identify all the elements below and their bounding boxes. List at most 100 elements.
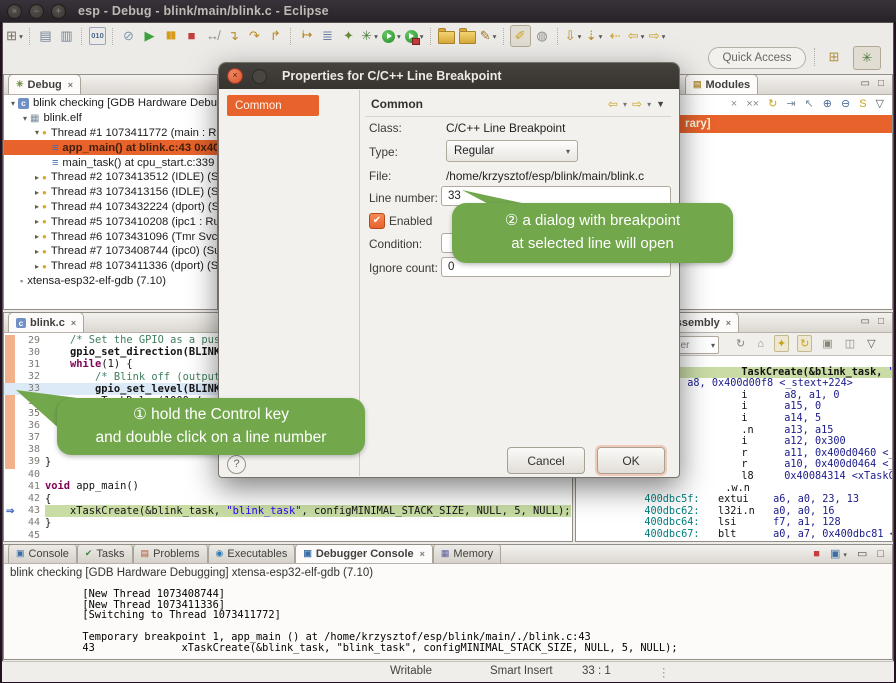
toolbar-icon[interactable] [290,28,292,45]
type-select[interactable]: Regular ▾ [446,140,578,162]
disasm-menu-icon[interactable]: ▽ [865,336,877,351]
instruction-stepping-icon[interactable]: i⇢ [297,26,316,46]
maximize-panel-icon[interactable]: □ [877,548,884,560]
forward-caret-icon[interactable]: ▾ [647,100,651,109]
expander-icon[interactable]: ▾ [32,128,42,137]
expander-icon[interactable]: ▸ [32,262,42,271]
zoom-in-icon[interactable]: ⊕ [823,97,832,110]
debug-tree-row[interactable]: ▸ ● Thread #6 1073431096 (Tmr Svc) (S [4,229,217,244]
console-output[interactable]: [New Thread 1073408744] [New Thread 1073… [8,583,890,657]
close-icon[interactable]: × [420,549,425,559]
debug-tree-row[interactable]: ≡ main_task() at cpu_start.c:339 0x4 [4,155,217,170]
quick-access-button[interactable]: Quick Access [708,47,806,69]
expander-icon[interactable]: ▾ [8,99,18,108]
home-icon[interactable]: ⌂ [755,337,766,351]
debug-tree-row[interactable]: ▪ xtensa-esp32-elf-gdb (7.10) [4,274,217,289]
console-tab[interactable]: ▣ Debugger Console × [295,544,433,563]
debug-perspective-icon[interactable]: ✳ [853,46,881,70]
console-tab[interactable]: ▤ Problems [133,544,208,563]
cancel-button[interactable]: Cancel [507,447,585,474]
back-history-icon[interactable]: ⇠ [606,26,625,46]
enabled-checkbox[interactable]: ✔ [369,213,385,229]
debug-tree-row[interactable]: ▸ ● Thread #7 1073408744 (ipc0) (Susp [4,244,217,259]
line-number[interactable]: 40 [4,469,45,480]
toolbar-icon[interactable] [557,28,559,45]
editor-line[interactable]: 42 { [4,492,572,504]
close-icon[interactable]: × [68,80,73,90]
help-button[interactable]: ? [227,455,246,474]
dialog-menu-icon[interactable] [252,69,267,84]
profile-icon[interactable]: ✦ [339,26,358,46]
expander-icon[interactable]: ▸ [32,202,42,211]
open-file-icon[interactable] [437,26,456,46]
new-wizard-icon[interactable]: ⊞ ▾ [5,26,24,46]
debug-tree-row[interactable]: ▾ ▦ blink.elf [4,111,217,126]
line-number[interactable]: 31 [4,359,45,370]
dropdown-caret-icon[interactable]: ▾ [662,32,666,41]
debug-tree-row[interactable]: ▸ ● Thread #2 1073413512 (IDLE) (Susp [4,170,217,185]
goto-line-icon[interactable]: ⇣ ▾ [585,26,604,46]
line-number[interactable]: 29 [4,335,45,346]
editor-line[interactable]: 44 } [4,517,572,529]
dropdown-caret-icon[interactable]: ▾ [578,32,582,41]
editor-line[interactable]: 41 void app_main() [4,480,572,492]
reload-symbols-icon[interactable]: ↻ [768,97,777,110]
toolbar-icon[interactable] [29,28,31,45]
dialog-titlebar[interactable]: × Properties for C/C++ Line Breakpoint [219,63,679,89]
close-icon[interactable]: × [71,318,76,328]
dialog-close-icon[interactable]: × [227,68,243,84]
dropdown-caret-icon[interactable]: ▾ [19,32,23,41]
tab-debug[interactable]: ✳ Debug × [8,74,81,94]
dropdown-caret-icon[interactable]: ▾ [843,552,847,559]
back-caret-icon[interactable]: ▾ [623,100,627,109]
editor-line[interactable]: 45 [4,529,572,541]
refresh-icon[interactable]: ↻ [734,336,747,351]
suspend-icon[interactable]: ▮▮ [161,26,180,46]
zoom-out-icon[interactable]: ⊖ [841,97,850,110]
back-icon[interactable]: ⇦ ▾ [627,26,646,46]
goto-address-icon[interactable]: ⇥ [786,97,795,110]
tab-blink-c[interactable]: c blink.c × [8,312,84,332]
window-minimize-icon[interactable]: − [29,4,44,19]
remove-module-icon[interactable]: × [731,98,737,110]
debug-tree-row[interactable]: ▾ c blink checking [GDB Hardware Debug [4,96,217,111]
last-edit-location-icon[interactable]: ⇩ ▾ [564,26,583,46]
expander-icon[interactable]: ▸ [32,188,42,197]
expander-icon[interactable]: ▸ [32,173,42,182]
forward-icon[interactable]: ⇨ ▾ [648,26,667,46]
step-over-icon[interactable]: ↷ [245,26,264,46]
disconnect-icon[interactable]: ↮ [203,26,222,46]
minimize-panel-icon[interactable]: ▭ [857,547,867,560]
dropdown-caret-icon[interactable]: ▾ [374,32,378,41]
pin-view-icon[interactable]: ◫ [843,336,857,351]
statusbar-grip[interactable]: ⋮ [658,665,670,679]
dropdown-caret-icon[interactable]: ▾ [493,32,497,41]
terminate-icon[interactable]: ■ [182,26,201,46]
minimize-view-icon[interactable]: ▭ [861,78,870,89]
debug-tree-row[interactable]: ▸ ● Thread #5 1073410208 (ipc1 : Runni [4,214,217,229]
open-project-icon[interactable] [458,26,477,46]
sidebar-item-common[interactable]: Common [227,95,319,116]
select-pointer-icon[interactable]: ↖ [805,97,814,110]
dropdown-caret-icon[interactable]: ▾ [599,32,603,41]
open-perspective-icon[interactable]: ⊞ [822,46,846,68]
back-icon[interactable]: ⇦ [608,97,618,111]
dropdown-caret-icon[interactable]: ▾ [711,341,715,350]
highlighter-icon[interactable]: ✐ [510,25,531,47]
line-number[interactable]: 41 [4,481,45,492]
dropdown-caret-icon[interactable]: ▾ [420,32,424,41]
console-tab[interactable]: ◉ Executables [208,544,296,563]
dropdown-caret-icon[interactable]: ▾ [397,32,401,41]
external-tools-icon[interactable]: ▾ [404,26,425,46]
debug-tree-row[interactable]: ▸ ● Thread #3 1073413156 (IDLE) (Susp [4,185,217,200]
window-maximize-icon[interactable]: + [51,4,66,19]
close-icon[interactable]: × [726,318,731,328]
toolbar-icon[interactable] [81,28,83,45]
expander-icon[interactable]: ▾ [20,114,30,123]
save-all-icon[interactable]: ▥ [57,26,76,46]
step-into-icon[interactable]: ↴ [224,26,243,46]
gears-icon[interactable]: ◍ [533,26,552,46]
new-view-icon[interactable]: ▣ [820,336,834,351]
sync-icon[interactable]: ↻ [797,335,812,352]
line-number[interactable]: 42 [4,493,45,504]
